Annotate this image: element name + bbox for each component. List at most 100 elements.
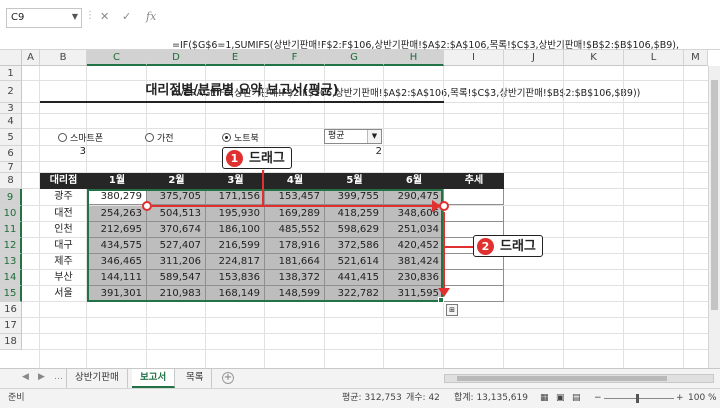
column-header-e[interactable]: E	[206, 50, 265, 66]
row-header-18[interactable]: 18	[0, 334, 22, 350]
value-cell[interactable]: 434,575	[87, 238, 147, 254]
zoom-out-icon[interactable]: −	[594, 389, 602, 407]
value-cell[interactable]: 153,836	[206, 270, 265, 286]
horizontal-scrollbar[interactable]	[444, 374, 714, 383]
column-header-j[interactable]: J	[504, 50, 564, 66]
chevron-down-icon[interactable]: ▼	[72, 12, 78, 21]
column-header-c[interactable]: C	[87, 50, 147, 66]
add-sheet-icon[interactable]: +	[222, 372, 234, 384]
value-cell[interactable]: 375,705	[147, 189, 206, 205]
option-appliance[interactable]: 가전	[145, 131, 174, 144]
branch-cell[interactable]: 대전	[40, 206, 87, 222]
value-cell[interactable]: 380,279	[87, 189, 147, 205]
value-cell[interactable]: 138,372	[265, 270, 325, 286]
value-cell[interactable]: 598,629	[325, 222, 384, 238]
zoom-slider[interactable]	[604, 398, 674, 399]
value-cell[interactable]: 372,586	[325, 238, 384, 254]
value-cell[interactable]: 148,599	[265, 286, 325, 302]
trend-cell[interactable]	[444, 286, 504, 302]
value-cell[interactable]: 224,817	[206, 254, 265, 270]
zoom-slider-thumb[interactable]	[636, 394, 639, 403]
value-cell[interactable]: 399,755	[325, 189, 384, 205]
normal-view-icon[interactable]: ▦	[540, 389, 549, 407]
value-cell[interactable]: 311,595	[384, 286, 444, 302]
column-header-f[interactable]: F	[265, 50, 325, 66]
value-cell[interactable]: 322,782	[325, 286, 384, 302]
tab-next-icon[interactable]: ▶	[38, 372, 45, 382]
column-header-k[interactable]: K	[564, 50, 624, 66]
value-cell[interactable]: 346,465	[87, 254, 147, 270]
value-cell[interactable]: 178,916	[265, 238, 325, 254]
vertical-scrollbar[interactable]	[708, 66, 720, 368]
value-cell[interactable]: 418,259	[325, 206, 384, 222]
branch-cell[interactable]: 부산	[40, 270, 87, 286]
row-header-8[interactable]: 8	[0, 173, 22, 189]
zoom-in-icon[interactable]: +	[676, 389, 684, 407]
trend-cell[interactable]	[444, 206, 504, 222]
row-header-13[interactable]: 13	[0, 254, 22, 270]
cell-g6[interactable]: 2	[324, 146, 382, 157]
value-cell[interactable]: 230,836	[384, 270, 444, 286]
row-header-4[interactable]: 4	[0, 114, 22, 129]
row-header-5[interactable]: 5	[0, 129, 22, 146]
row-header-17[interactable]: 17	[0, 318, 22, 334]
value-cell[interactable]: 589,547	[147, 270, 206, 286]
tab-report[interactable]: 보고서	[132, 369, 176, 388]
value-cell[interactable]: 391,301	[87, 286, 147, 302]
row-header-3[interactable]: 3	[0, 103, 22, 114]
value-cell[interactable]: 195,930	[206, 206, 265, 222]
tab-prev-icon[interactable]: ◀	[22, 372, 29, 382]
value-cell[interactable]: 251,034	[384, 222, 444, 238]
branch-cell[interactable]: 제주	[40, 254, 87, 270]
value-cell[interactable]: 153,457	[265, 189, 325, 205]
scroll-thumb[interactable]	[711, 80, 718, 310]
row-header-11[interactable]: 11	[0, 222, 22, 238]
value-cell[interactable]: 441,415	[325, 270, 384, 286]
row-header-6[interactable]: 6	[0, 146, 22, 162]
value-cell[interactable]: 311,206	[147, 254, 206, 270]
branch-cell[interactable]: 대구	[40, 238, 87, 254]
chevron-down-icon[interactable]: ▼	[367, 130, 381, 143]
value-cell[interactable]: 521,614	[325, 254, 384, 270]
row-header-16[interactable]: 16	[0, 302, 22, 318]
page-break-icon[interactable]: ▤	[572, 389, 581, 407]
branch-cell[interactable]: 서울	[40, 286, 87, 302]
tab-list[interactable]: 목록	[178, 369, 213, 388]
aggregate-combo[interactable]: 평균 ▼	[324, 129, 382, 144]
value-cell[interactable]: 171,156	[206, 189, 265, 205]
option-smartphone[interactable]: 스마트폰	[58, 131, 103, 144]
value-cell[interactable]: 181,664	[265, 254, 325, 270]
column-header-m[interactable]: M	[684, 50, 708, 66]
fill-handle[interactable]	[438, 297, 444, 303]
column-header-l[interactable]: L	[624, 50, 684, 66]
value-cell[interactable]: 370,674	[147, 222, 206, 238]
formula-input[interactable]: =IF($G$6=1,SUMIFS(상반기판매!F$2:F$106,상반기판매!…	[172, 6, 716, 134]
value-cell[interactable]: 169,289	[265, 206, 325, 222]
scroll-thumb[interactable]	[457, 376, 667, 381]
row-header-7[interactable]: 7	[0, 162, 22, 173]
row-header-1[interactable]: 1	[0, 66, 22, 81]
value-cell[interactable]: 186,100	[206, 222, 265, 238]
column-header-a[interactable]: A	[22, 50, 40, 66]
column-header-b[interactable]: B	[40, 50, 87, 66]
value-cell[interactable]: 420,452	[384, 238, 444, 254]
value-cell[interactable]: 210,983	[147, 286, 206, 302]
branch-cell[interactable]: 광주	[40, 189, 87, 205]
row-header-9[interactable]: 9	[0, 189, 22, 206]
value-cell[interactable]: 216,599	[206, 238, 265, 254]
cancel-icon[interactable]: ✕	[100, 10, 109, 23]
row-header-2[interactable]: 2	[0, 81, 22, 103]
trend-cell[interactable]	[444, 270, 504, 286]
function-icon[interactable]: fx	[146, 10, 156, 23]
zoom-level[interactable]: 100 %	[688, 389, 717, 407]
branch-cell[interactable]: 인천	[40, 222, 87, 238]
value-cell[interactable]: 168,149	[206, 286, 265, 302]
value-cell[interactable]: 527,407	[147, 238, 206, 254]
column-header-d[interactable]: D	[147, 50, 206, 66]
enter-icon[interactable]: ✓	[122, 10, 131, 23]
value-cell[interactable]: 504,513	[147, 206, 206, 222]
column-header-h[interactable]: H	[384, 50, 444, 66]
row-header-10[interactable]: 10	[0, 206, 22, 222]
option-notebook[interactable]: 노트북	[222, 131, 259, 144]
quick-analysis-icon[interactable]: ⊞	[446, 304, 458, 316]
